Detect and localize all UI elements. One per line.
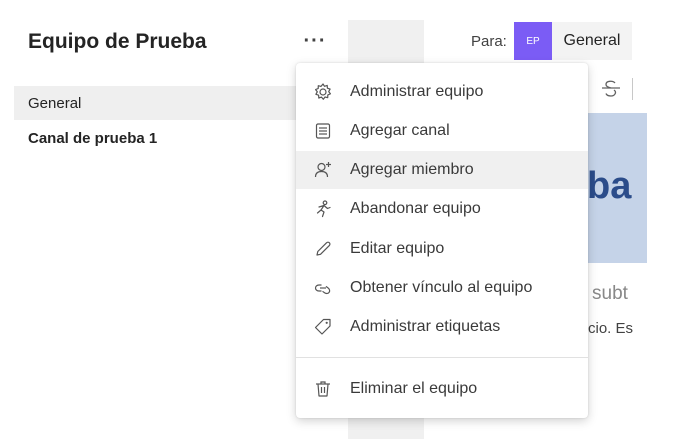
menu-item-manage-team[interactable]: Administrar equipo xyxy=(296,73,588,111)
divider-strip xyxy=(348,20,424,64)
pencil-icon xyxy=(312,238,334,260)
channel-label: General xyxy=(28,94,82,112)
channel-chip[interactable]: General xyxy=(552,22,632,60)
menu-item-add-member[interactable]: Agregar miembro xyxy=(296,151,588,189)
menu-item-label: Administrar etiquetas xyxy=(350,318,501,335)
subtitle-text: subt xyxy=(592,283,628,304)
channel-item-general[interactable]: General xyxy=(14,86,296,120)
more-options-button[interactable]: ··· xyxy=(298,26,332,56)
strikethrough-icon[interactable] xyxy=(600,78,622,98)
to-label: Para: xyxy=(471,33,507,50)
team-options-menu: Administrar equipo Agregar canal Agregar… xyxy=(296,63,588,418)
menu-item-label: Agregar canal xyxy=(350,122,450,139)
menu-item-manage-tags[interactable]: Administrar etiquetas xyxy=(296,308,588,346)
team-title: Equipo de Prueba xyxy=(28,30,207,53)
add-person-icon xyxy=(312,159,334,181)
leave-person-icon xyxy=(312,198,334,220)
toolbar-separator xyxy=(632,78,633,100)
avatar: EP xyxy=(514,22,552,60)
menu-item-edit-team[interactable]: Editar equipo xyxy=(296,230,588,268)
team-banner: ba xyxy=(587,113,647,263)
menu-divider xyxy=(296,357,588,358)
link-icon xyxy=(312,277,334,299)
channel-list-icon xyxy=(312,120,334,142)
body-text: cio. Es xyxy=(588,320,634,337)
menu-item-label: Abandonar equipo xyxy=(350,200,481,217)
menu-item-get-link[interactable]: Obtener vínculo al equipo xyxy=(296,269,588,307)
menu-item-label: Editar equipo xyxy=(350,240,445,257)
menu-item-label: Administrar equipo xyxy=(350,83,484,100)
banner-text: ba xyxy=(587,165,632,207)
channel-item-test[interactable]: Canal de prueba 1 xyxy=(14,121,296,155)
gear-icon xyxy=(312,81,334,103)
menu-item-label: Eliminar el equipo xyxy=(350,380,478,397)
trash-icon xyxy=(312,378,334,400)
menu-item-add-channel[interactable]: Agregar canal xyxy=(296,112,588,150)
menu-item-label: Agregar miembro xyxy=(350,161,474,178)
menu-item-label: Obtener vínculo al equipo xyxy=(350,279,533,296)
menu-item-leave-team[interactable]: Abandonar equipo xyxy=(296,190,588,228)
channel-label: Canal de prueba 1 xyxy=(28,129,158,147)
menu-item-delete-team[interactable]: Eliminar el equipo xyxy=(296,370,588,408)
tag-icon xyxy=(312,316,334,338)
